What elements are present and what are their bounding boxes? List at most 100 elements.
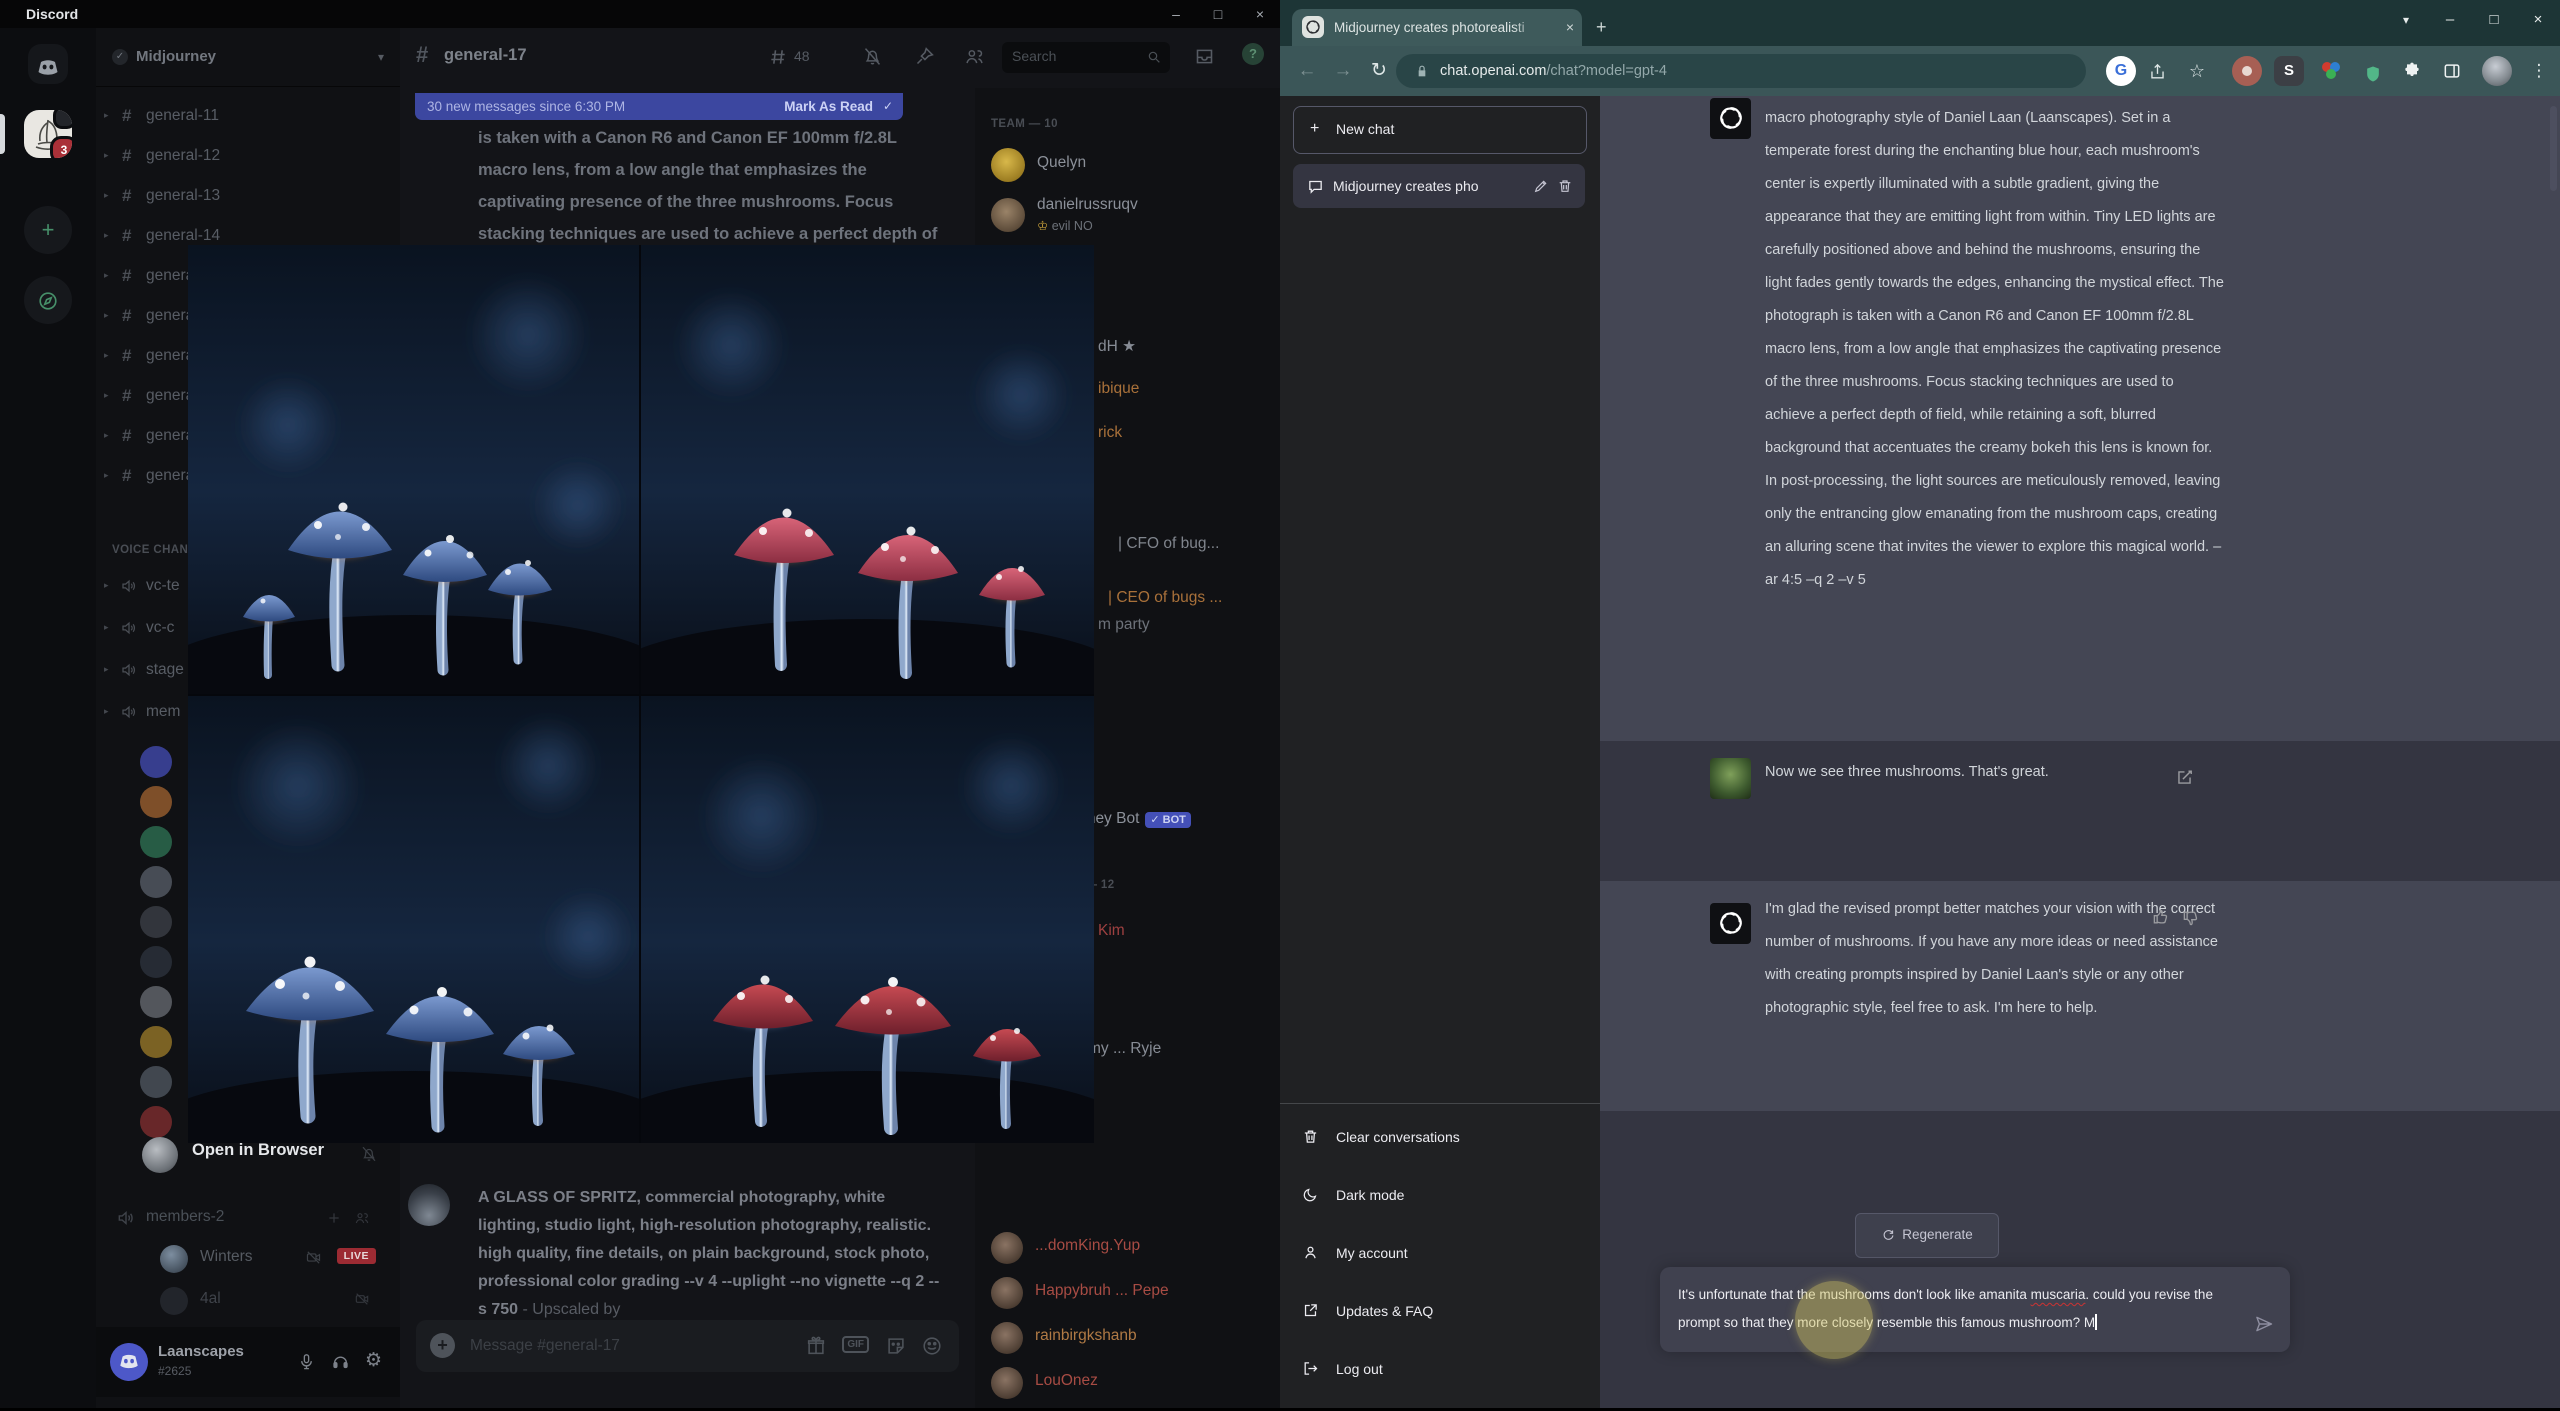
member-row[interactable]: Quelyn — [975, 146, 1280, 190]
member-row[interactable]: Happybruh ... Pepe — [975, 1277, 1280, 1321]
notifications-muted-icon[interactable] — [862, 46, 883, 67]
member-row[interactable]: danielrussruqv ♔ evil NO — [975, 194, 1280, 244]
voice-member-row[interactable] — [140, 1026, 172, 1066]
voice-member-row[interactable] — [140, 786, 172, 826]
chat-history-item[interactable]: Midjourney creates pho — [1293, 164, 1585, 208]
menu-log-out[interactable]: Log out — [1280, 1340, 1600, 1398]
member-row[interactable]: ...domKing.Yup — [975, 1232, 1280, 1276]
help-icon[interactable]: ? — [1242, 43, 1264, 65]
mic-icon[interactable] — [297, 1352, 316, 1371]
pinned-messages-icon[interactable] — [914, 46, 935, 67]
thumbs-up-icon[interactable] — [2152, 907, 2171, 926]
chrome-minimize-button[interactable]: – — [2428, 0, 2472, 40]
mushroom-image-top-right[interactable] — [641, 245, 1094, 694]
member-list-icon[interactable] — [964, 46, 985, 67]
threads-icon[interactable] — [768, 47, 788, 67]
mushroom-image-bottom-right[interactable] — [641, 696, 1094, 1143]
extension-icon-rgb[interactable] — [2316, 56, 2346, 86]
address-bar[interactable]: chat.openai.com/chat?model=gpt-4 — [1396, 54, 2086, 88]
member-row[interactable]: rainbirgkshanb — [975, 1322, 1280, 1366]
inbox-icon[interactable] — [1194, 46, 1215, 67]
voice-user-row[interactable]: 4al — [96, 1284, 400, 1324]
member-name-fragment[interactable]: | CEO of bugs ... — [1108, 589, 1222, 607]
member-name-fragment[interactable]: dH ★ — [1098, 337, 1136, 356]
voice-member-row[interactable] — [140, 826, 172, 866]
channel-item[interactable]: ▸ # general-12 — [96, 138, 400, 178]
voice-user-row[interactable]: Winters LIVE — [96, 1242, 400, 1282]
chrome-close-button[interactable]: × — [2516, 0, 2560, 40]
server-header[interactable]: ✓ Midjourney ▾ — [96, 28, 400, 87]
mushroom-image-top-left[interactable] — [188, 245, 639, 694]
discord-home-button[interactable] — [28, 44, 68, 84]
member-name-fragment[interactable]: | CFO of bug... — [1118, 535, 1219, 553]
rename-chat-icon[interactable] — [1533, 178, 1549, 194]
mushroom-image-bottom-left[interactable] — [188, 696, 639, 1143]
voice-member-row[interactable] — [140, 746, 172, 786]
browser-tab[interactable]: Midjourney creates photorealisti × — [1292, 9, 1582, 46]
new-chat-button[interactable]: + New chat — [1293, 106, 1587, 154]
chrome-maximize-button[interactable]: □ — [2472, 0, 2516, 40]
attach-plus-icon[interactable]: + — [430, 1333, 455, 1358]
gift-icon[interactable] — [805, 1335, 827, 1357]
send-icon[interactable] — [2254, 1314, 2274, 1334]
add-server-button[interactable]: + — [24, 206, 72, 254]
member-name-fragment[interactable]: rick — [1098, 424, 1122, 442]
new-messages-banner[interactable]: 30 new messages since 6:30 PM Mark As Re… — [415, 93, 903, 120]
sticker-icon[interactable] — [885, 1335, 907, 1357]
message-avatar[interactable] — [408, 1184, 450, 1226]
member-name-fragment[interactable]: ibique — [1098, 380, 1139, 398]
voice-member-row[interactable] — [140, 906, 172, 946]
discord-close-button[interactable]: × — [1240, 0, 1280, 28]
google-extension-icon[interactable]: G — [2106, 56, 2136, 86]
user-avatar[interactable] — [110, 1343, 148, 1381]
extension-icon-s[interactable]: S — [2274, 56, 2304, 86]
mark-as-read-button[interactable]: Mark As Read — [784, 93, 873, 120]
extension-icon-red[interactable] — [2232, 56, 2262, 86]
voice-member-row[interactable] — [140, 986, 172, 1026]
tab-close-icon[interactable]: × — [1566, 9, 1574, 46]
settings-gear-icon[interactable]: ⚙ — [365, 1349, 382, 1372]
gif-icon[interactable]: GIF — [842, 1336, 869, 1353]
voice-member-row[interactable] — [140, 866, 172, 906]
midjourney-image-grid[interactable] — [188, 245, 1094, 1143]
member-name-fragment[interactable]: m party — [1098, 616, 1150, 634]
tab-search-chevron[interactable]: ▾ — [2384, 0, 2428, 40]
prompt-input-box[interactable]: It's unfortunate that the mushrooms don'… — [1660, 1267, 2290, 1352]
share-icon[interactable] — [2148, 62, 2167, 81]
emoji-icon[interactable] — [921, 1335, 943, 1357]
server-icon-midjourney[interactable]: 3 — [24, 110, 72, 158]
member-row[interactable]: LouOnez — [975, 1367, 1280, 1411]
menu-clear-conversations[interactable]: Clear conversations — [1280, 1108, 1600, 1166]
chrome-menu-kebab-icon[interactable]: ⋮ — [2524, 56, 2554, 86]
bookmark-star-icon[interactable]: ☆ — [2182, 56, 2212, 86]
explore-servers-button[interactable] — [24, 276, 72, 324]
headphones-icon[interactable] — [331, 1352, 350, 1371]
member-name-fragment[interactable]: Kim — [1098, 922, 1125, 940]
regenerate-response-button[interactable]: Regenerate response — [1855, 1213, 1999, 1283]
voice-channel-members-2[interactable]: members-2 — [96, 1200, 400, 1240]
voice-member-row[interactable] — [140, 946, 172, 986]
menu-my-account[interactable]: My account — [1280, 1224, 1600, 1282]
profile-avatar[interactable] — [2482, 56, 2512, 86]
discord-minimize-button[interactable]: – — [1156, 0, 1196, 28]
menu-dark-mode[interactable]: Dark mode — [1280, 1166, 1600, 1224]
edit-message-icon[interactable] — [2175, 768, 2194, 787]
extension-icon-shield[interactable] — [2358, 56, 2388, 86]
member-name-fragment[interactable]: my ... Ryje — [1088, 1040, 1161, 1058]
reload-button[interactable]: ↻ — [1362, 54, 1396, 88]
new-tab-button[interactable]: + — [1596, 9, 1607, 46]
search-input[interactable]: Search — [1002, 42, 1170, 73]
extensions-puzzle-icon[interactable] — [2402, 61, 2422, 81]
thumbs-down-icon[interactable] — [2182, 909, 2201, 928]
scrollbar-thumb[interactable] — [2550, 106, 2557, 191]
back-button[interactable]: ← — [1290, 54, 1324, 88]
message-input-bar[interactable]: + Message #general-17 GIF — [416, 1320, 959, 1372]
channel-item[interactable]: ▸ # general-13 — [96, 178, 400, 218]
delete-chat-icon[interactable] — [1557, 178, 1573, 194]
channel-item[interactable]: ▸ # general-11 — [96, 98, 400, 138]
side-panel-icon[interactable] — [2442, 61, 2462, 81]
forward-button[interactable]: → — [1326, 54, 1360, 88]
voice-member-row[interactable] — [140, 1066, 172, 1106]
discord-maximize-button[interactable]: □ — [1198, 0, 1238, 28]
lock-icon[interactable] — [1414, 63, 1430, 79]
